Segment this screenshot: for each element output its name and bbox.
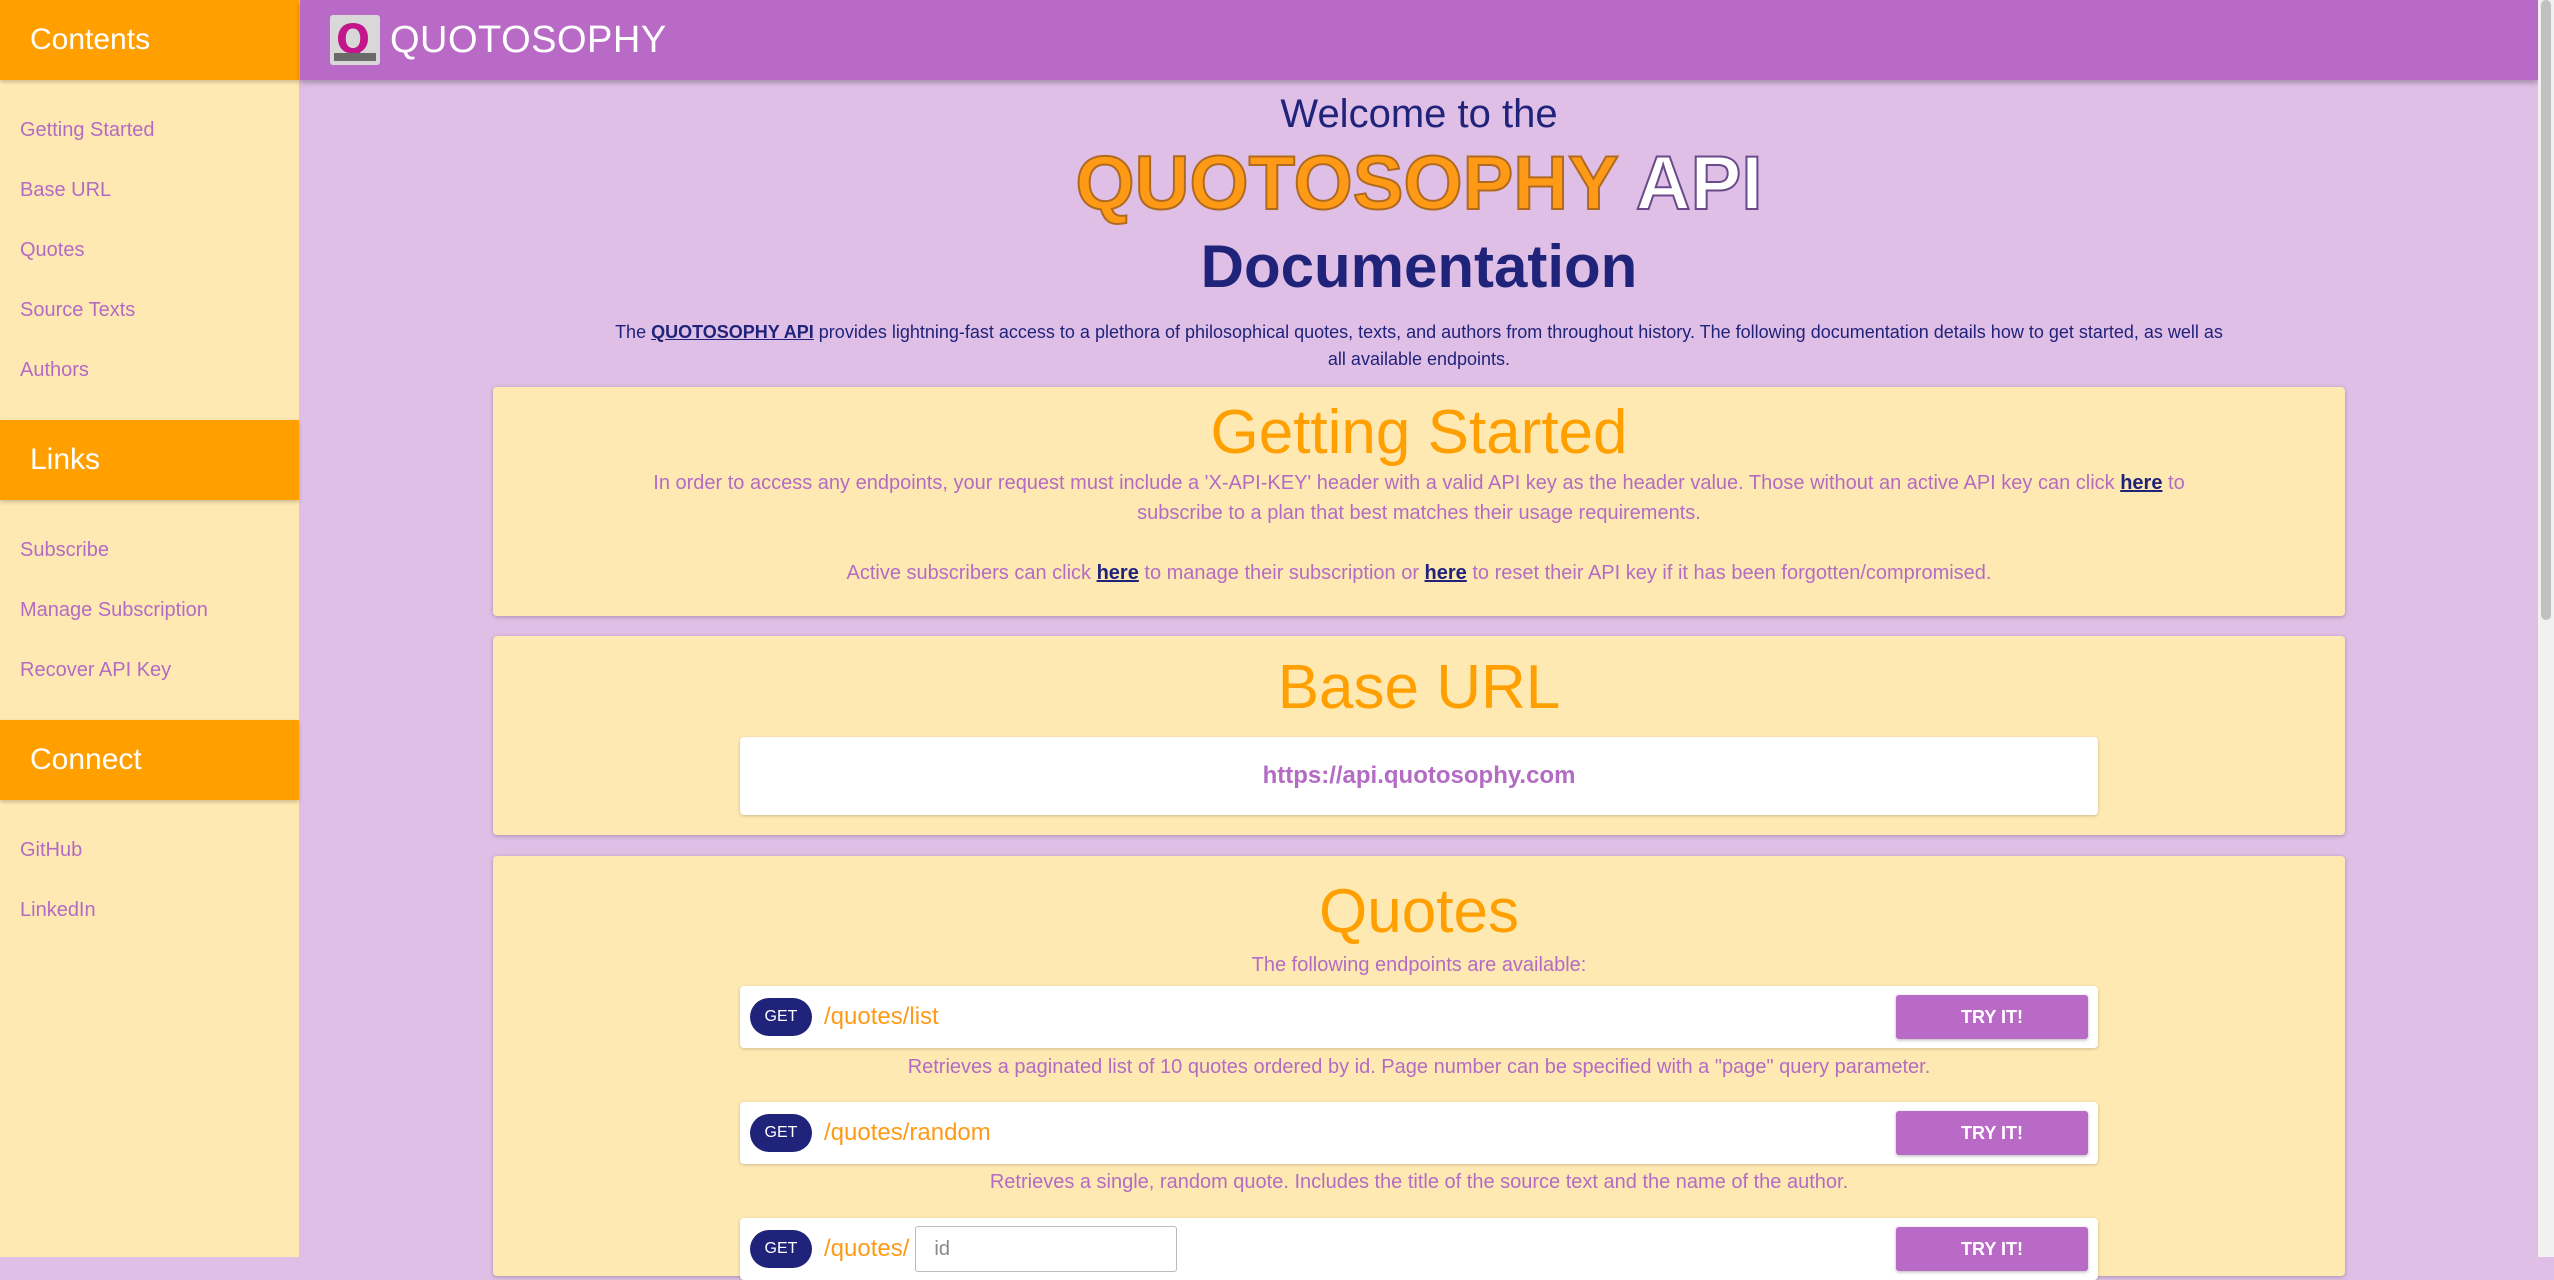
sidebar-item-subscribe[interactable]: Subscribe [0, 520, 299, 580]
getting-started-paragraph-2: Active subscribers can click here to man… [493, 558, 2345, 588]
base-url-card: Base URL https://api.quotosophy.com [493, 636, 2345, 835]
endpoint-row-quotes-list: GET /quotes/list TRY IT! [740, 986, 2098, 1048]
gs-p2-mid: to manage their subscription or [1138, 562, 1425, 584]
gs-p2-end: to reset their API key if it has been fo… [1466, 562, 1992, 584]
base-url-value[interactable]: https://api.quotosophy.com [740, 737, 2098, 815]
gs-p1-start: In order to access any endpoints, your r… [653, 472, 2121, 494]
brand-logo-icon[interactable]: Q [330, 15, 380, 65]
sidebar-item-manage-subscription[interactable]: Manage Subscription [0, 580, 299, 640]
try-it-button[interactable]: TRY IT! [1896, 995, 2088, 1039]
endpoint-row-quotes-by-id: GET /quotes/ id TRY IT! [740, 1218, 2098, 1280]
gs-p2-start: Active subscribers can click [846, 562, 1097, 584]
documentation-title: Documentation [1200, 233, 1638, 300]
main-content: Welcome to the QUOTOSOPHY API Documentat… [300, 80, 2538, 1280]
api-title: QUOTOSOPHY API [300, 139, 2538, 229]
sidebar-item-github[interactable]: GitHub [0, 820, 299, 880]
quotes-heading: Quotes [1319, 877, 1519, 946]
quotes-card: Quotes The following endpoints are avail… [493, 856, 2345, 1280]
sidebar-item-source-texts[interactable]: Source Texts [0, 280, 299, 340]
logo-base [334, 53, 376, 61]
endpoint-path: /quotes/list [824, 1003, 939, 1030]
intro-text-end: provides lightning-fast access to a plet… [813, 322, 2223, 369]
reset-api-key-here-link[interactable]: here [1425, 562, 1467, 584]
intro-paragraph: The QUOTOSOPHY API provides lightning-fa… [604, 319, 2234, 373]
sidebar-heading-links: Links [0, 420, 299, 500]
sidebar-links-list: Subscribe Manage Subscription Recover AP… [0, 500, 299, 720]
method-badge: GET [750, 1114, 812, 1152]
sidebar-item-authors[interactable]: Authors [0, 340, 299, 400]
sidebar-item-base-url[interactable]: Base URL [0, 160, 299, 220]
manage-subscription-here-link[interactable]: here [1097, 562, 1139, 584]
getting-started-card: Getting Started In order to access any e… [493, 387, 2345, 616]
welcome-text: Welcome to the [1280, 92, 1558, 136]
intro-api-link[interactable]: QUOTOSOPHY API [651, 322, 814, 342]
subscribe-here-link[interactable]: here [2120, 472, 2162, 494]
endpoint-path: /quotes/random [824, 1119, 991, 1146]
base-url-heading: Base URL [1277, 653, 1561, 722]
sidebar-heading-connect: Connect [0, 720, 299, 800]
endpoint-description: Retrieves a paginated list of 10 quotes … [907, 1056, 1931, 1078]
quote-id-input[interactable]: id [915, 1226, 1178, 1272]
getting-started-paragraph-1: In order to access any endpoints, your r… [639, 468, 2199, 528]
try-it-button[interactable]: TRY IT! [1896, 1111, 2088, 1155]
api-title-brand: QUOTOSOPHY [1075, 140, 1619, 227]
quotes-lead-text: The following endpoints are available: [1251, 954, 1587, 976]
method-badge: GET [750, 1230, 812, 1268]
intro-text-start: The [615, 322, 652, 342]
sidebar-item-recover-api-key[interactable]: Recover API Key [0, 640, 299, 700]
api-title-api: API [1635, 140, 1764, 227]
sidebar: Contents Getting Started Base URL Quotes… [0, 0, 299, 1257]
sidebar-item-getting-started[interactable]: Getting Started [0, 100, 299, 160]
getting-started-heading: Getting Started [1210, 398, 1628, 467]
sidebar-item-quotes[interactable]: Quotes [0, 220, 299, 280]
sidebar-item-linkedin[interactable]: LinkedIn [0, 880, 299, 940]
top-app-bar: Q QUOTOSOPHY [300, 0, 2538, 80]
scrollbar-thumb[interactable] [2541, 0, 2551, 620]
endpoint-row-quotes-random: GET /quotes/random TRY IT! [740, 1102, 2098, 1164]
page-scrollbar[interactable] [2538, 0, 2554, 1257]
endpoint-description: Retrieves a single, random quote. Includ… [989, 1171, 1849, 1193]
sidebar-connect-list: GitHub LinkedIn [0, 800, 299, 960]
brand-title[interactable]: QUOTOSOPHY [390, 19, 667, 62]
sidebar-heading-contents: Contents [0, 0, 299, 80]
method-badge: GET [750, 998, 812, 1036]
endpoint-path: /quotes/ [824, 1235, 910, 1262]
sidebar-contents-list: Getting Started Base URL Quotes Source T… [0, 80, 299, 420]
try-it-button[interactable]: TRY IT! [1896, 1227, 2088, 1271]
